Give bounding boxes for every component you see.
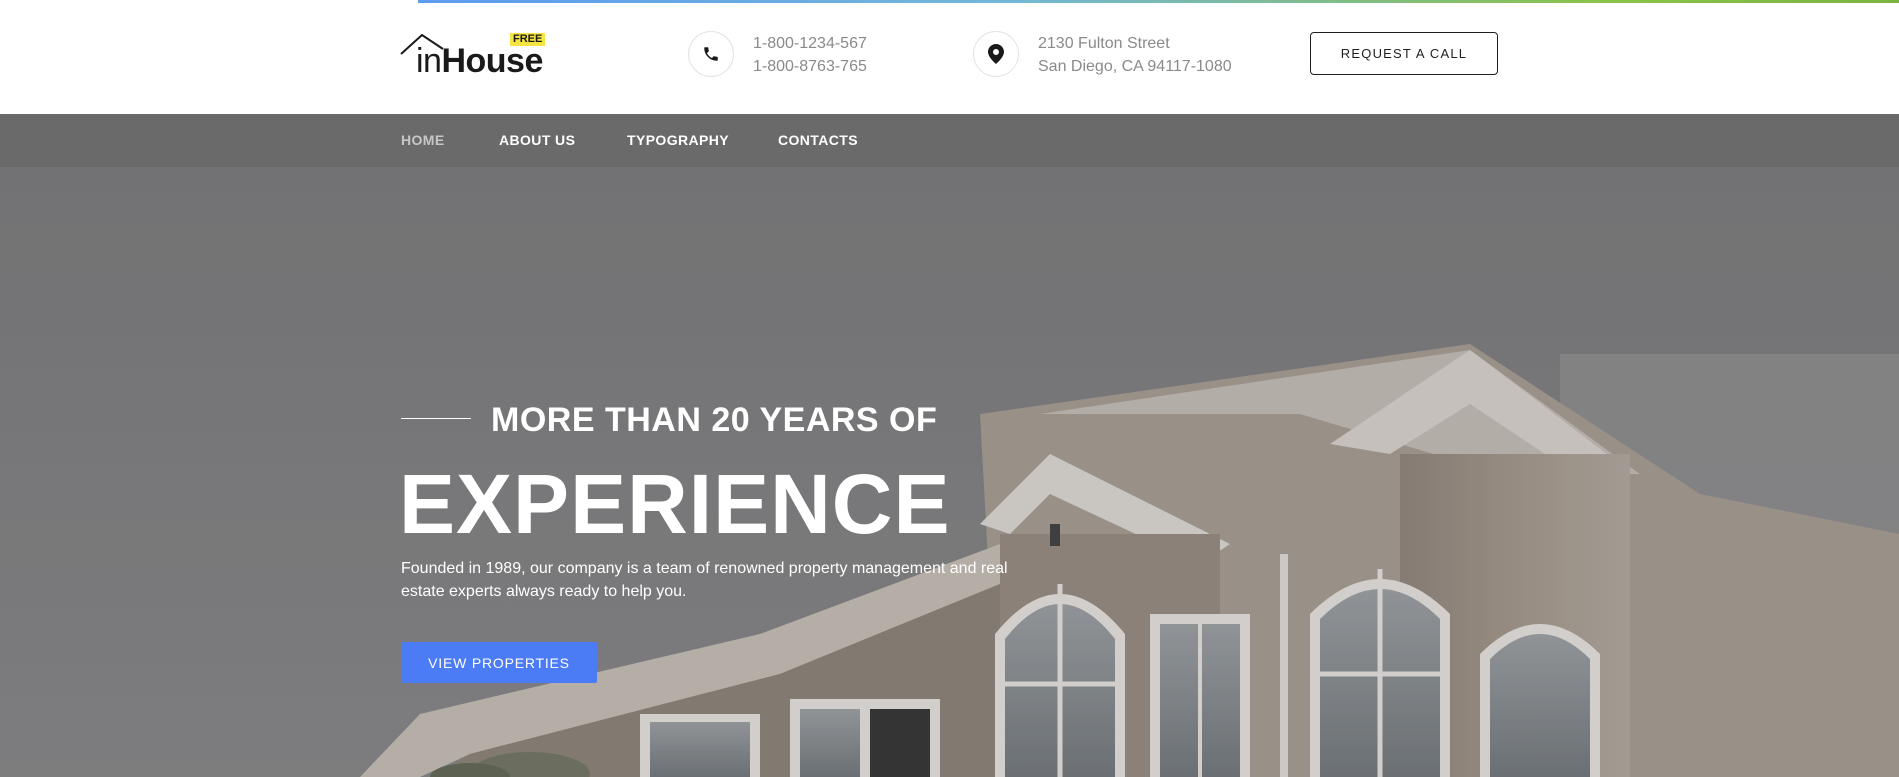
view-properties-button[interactable]: VIEW PROPERTIES [401, 642, 597, 683]
nav-item-about-us[interactable]: ABOUT US [499, 132, 575, 148]
nav-item-home[interactable]: HOME [401, 132, 445, 148]
map-pin-icon [973, 31, 1019, 77]
page: inHouse FREE 1-800-1234-567 1-800-8763-7… [0, 0, 1899, 777]
top-accent-line [418, 0, 1899, 3]
address-line-2: San Diego, CA 94117-1080 [1038, 58, 1232, 75]
nav-item-contacts[interactable]: CONTACTS [778, 132, 858, 148]
request-call-button[interactable]: REQUEST A CALL [1310, 32, 1498, 75]
hero-kicker: MORE THAN 20 YEARS OF [491, 401, 938, 439]
nav-item-typography[interactable]: TYPOGRAPHY [627, 132, 729, 148]
hero-headline: EXPERIENCE [399, 457, 951, 551]
kicker-divider [401, 418, 471, 419]
phone-number-2[interactable]: 1-800-8763-765 [753, 55, 867, 78]
hero-section: HOME ABOUT US TYPOGRAPHY CONTACTS MORE T… [0, 114, 1899, 777]
phone-icon [688, 31, 734, 77]
site-header: inHouse FREE 1-800-1234-567 1-800-8763-7… [0, 0, 1899, 114]
main-navigation: HOME ABOUT US TYPOGRAPHY CONTACTS [0, 114, 1899, 167]
logo-name: House [441, 42, 543, 80]
free-badge: FREE [510, 33, 546, 46]
phone-numbers: 1-800-1234-567 1-800-8763-765 [753, 32, 867, 78]
logo-wordmark: inHouse [416, 44, 543, 78]
hero-description: Founded in 1989, our company is a team o… [401, 560, 1008, 600]
phone-number-1[interactable]: 1-800-1234-567 [753, 32, 867, 55]
address-line-1: 2130 Fulton Street [1038, 35, 1170, 52]
site-logo[interactable]: inHouse FREE [400, 30, 550, 82]
address-lines: 2130 Fulton Street San Diego, CA 94117-1… [1038, 32, 1232, 78]
hero-overlay [0, 114, 1899, 777]
logo-prefix: in [416, 42, 442, 80]
